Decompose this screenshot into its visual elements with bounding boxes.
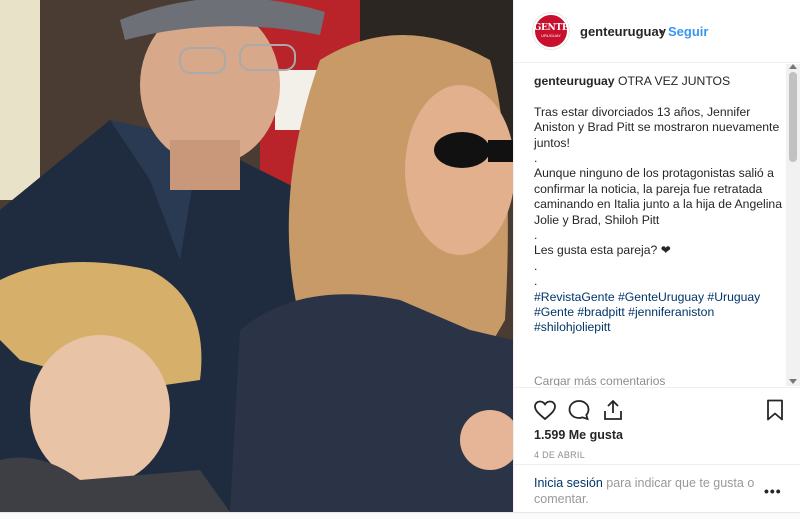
caption-para3: Les gusta esta pareja? ❤: [534, 243, 671, 258]
scroll-down-arrow-icon[interactable]: [789, 379, 797, 384]
caption-sep2: .: [534, 228, 538, 243]
scrollbar-thumb[interactable]: [789, 72, 797, 162]
caption-sep4: .: [534, 274, 538, 289]
login-prompt-text: Inicia sesión para indicar que te gusta …: [534, 475, 759, 507]
load-more-comments[interactable]: Cargar más comentarios: [534, 374, 665, 386]
post-date[interactable]: 4 DE ABRIL: [534, 450, 585, 460]
photo-illustration: [0, 0, 513, 512]
bookmark-icon[interactable]: [763, 398, 787, 422]
caption-area: genteuruguay OTRA VEZ JUNTOS Tras estar …: [514, 64, 800, 386]
avatar-logo-subtext: URUGUAY: [541, 33, 561, 38]
post-sidebar: GENTE URUGUAY genteuruguay • Seguir gent…: [513, 0, 800, 512]
hashtags-line-1[interactable]: #RevistaGente #GenteUruguay #Uruguay: [534, 290, 789, 305]
comment-icon[interactable]: [567, 398, 591, 422]
avatar-logo-text: GENTE: [533, 23, 569, 33]
page-bottom-edge: [0, 512, 800, 519]
caption-username[interactable]: genteuruguay: [534, 74, 615, 88]
caption-para1: Tras estar divorciados 13 años, Jennifer…: [534, 104, 780, 150]
post-header: GENTE URUGUAY genteuruguay • Seguir: [514, 0, 800, 63]
caption-sep3: .: [534, 258, 538, 273]
like-count[interactable]: 1.599 Me gusta: [534, 428, 623, 442]
login-link[interactable]: Inicia sesión: [534, 476, 603, 490]
heart-icon[interactable]: [533, 398, 557, 422]
share-icon[interactable]: [601, 398, 625, 422]
post-actions: 1.599 Me gusta 4 DE ABRIL Inicia sesión …: [514, 387, 800, 512]
header-separator: •: [659, 24, 664, 39]
scroll-up-arrow-icon[interactable]: [789, 64, 797, 69]
more-options-icon[interactable]: •••: [764, 483, 782, 499]
caption-para2: Aunque ninguno de los protagonistas sali…: [534, 166, 782, 227]
caption-sep1: .: [534, 151, 538, 166]
caption-text: genteuruguay OTRA VEZ JUNTOS Tras estar …: [534, 74, 789, 336]
header-username[interactable]: genteuruguay: [580, 24, 666, 39]
follow-button[interactable]: Seguir: [668, 24, 708, 39]
login-prompt: Inicia sesión para indicar que te gusta …: [514, 464, 800, 512]
hashtags-line-2[interactable]: #Gente #bradpitt #jenniferaniston: [534, 305, 789, 320]
post-photo[interactable]: [0, 0, 513, 512]
hashtags-line-3[interactable]: #shilohjoliepitt: [534, 320, 789, 335]
caption-title: OTRA VEZ JUNTOS: [617, 74, 731, 88]
profile-avatar[interactable]: GENTE URUGUAY: [533, 13, 569, 49]
caption-scrollbar[interactable]: [786, 64, 800, 386]
